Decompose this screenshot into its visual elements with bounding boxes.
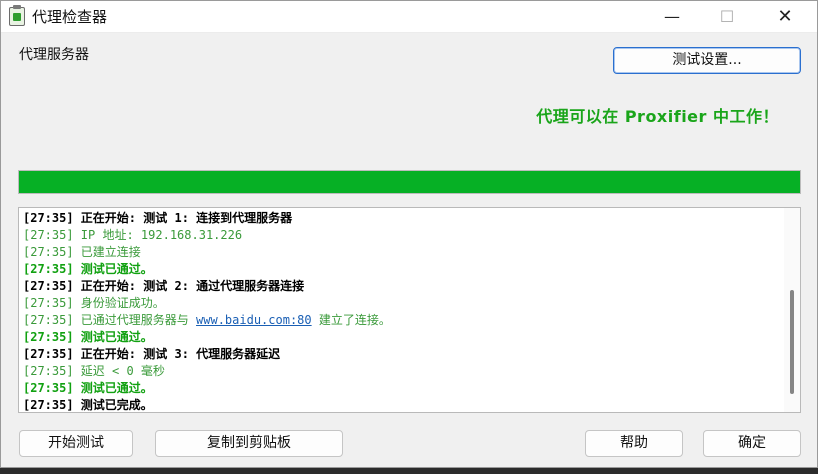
log-line: [27:35] IP 地址: 192.168.31.226 xyxy=(23,227,783,244)
status-message: 代理可以在 Proxifier 中工作！ xyxy=(536,107,779,126)
log-line-text: [27:35] 延迟 < 0 毫秒 xyxy=(23,364,165,378)
log-line-text: [27:35] 正在开始: 测试 1: 连接到代理服务器 xyxy=(23,211,293,225)
log-link[interactable]: www.baidu.com:80 xyxy=(196,313,312,327)
log-line: [27:35] 正在开始: 测试 2: 通过代理服务器连接 xyxy=(23,278,783,295)
log-line-text: [27:35] 已建立连接 xyxy=(23,245,141,259)
log-line: [27:35] 正在开始: 测试 3: 代理服务器延迟 xyxy=(23,346,783,363)
log-line-text-after: 建立了连接。 xyxy=(311,313,391,327)
start-test-button[interactable]: 开始测试 xyxy=(19,430,133,457)
log-output[interactable]: [27:35] 正在开始: 测试 1: 连接到代理服务器 [27:35] IP 地… xyxy=(18,207,801,413)
log-line-text: [27:35] 身份验证成功。 xyxy=(23,296,165,310)
title-bar: 代理检查器 — ☐ ✕ xyxy=(1,1,817,33)
log-line-text: [27:35] 正在开始: 测试 3: 代理服务器延迟 xyxy=(23,347,281,361)
proxy-checker-window: 代理检查器 — ☐ ✕ 代理服务器 测试设置... 代理可以在 Proxifie… xyxy=(0,0,818,468)
progress-bar-fill xyxy=(19,171,800,193)
log-line-text: [27:35] 测试已通过。 xyxy=(23,381,153,395)
ok-button[interactable]: 确定 xyxy=(703,430,801,457)
log-line: [27:35] 已通过代理服务器与 www.baidu.com:80 建立了连接… xyxy=(23,312,783,329)
log-line: [27:35] 测试已通过。 xyxy=(23,329,783,346)
help-button[interactable]: 帮助 xyxy=(585,430,683,457)
proxy-server-label: 代理服务器 xyxy=(19,47,89,63)
log-scrollbar-thumb[interactable] xyxy=(790,290,794,394)
log-line: [27:35] 测试已完成。 xyxy=(23,397,783,412)
log-line-text: [27:35] 测试已通过。 xyxy=(23,262,153,276)
test-settings-button[interactable]: 测试设置... xyxy=(613,47,801,74)
clipboard-check-icon xyxy=(9,5,25,26)
log-line-text: [27:35] IP 地址: 192.168.31.226 xyxy=(23,228,243,242)
log-line: [27:35] 测试已通过。 xyxy=(23,380,783,397)
window-title: 代理检查器 xyxy=(32,8,108,26)
log-line: [27:35] 正在开始: 测试 1: 连接到代理服务器 xyxy=(23,210,783,227)
log-line-text: [27:35] 正在开始: 测试 2: 通过代理服务器连接 xyxy=(23,279,305,293)
log-lines: [27:35] 正在开始: 测试 1: 连接到代理服务器 [27:35] IP 地… xyxy=(23,210,783,412)
log-line-text: [27:35] 测试已通过。 xyxy=(23,330,153,344)
log-line-text: [27:35] 测试已完成。 xyxy=(23,398,153,412)
maximize-button[interactable]: ☐ xyxy=(704,1,750,33)
log-line: [27:35] 测试已通过。 xyxy=(23,261,783,278)
log-line-text: [27:35] 已通过代理服务器与 xyxy=(23,313,197,327)
copy-to-clipboard-button[interactable]: 复制到剪贴板 xyxy=(155,430,343,457)
minimize-button[interactable]: — xyxy=(649,1,695,33)
log-line: [27:35] 延迟 < 0 毫秒 xyxy=(23,363,783,380)
log-scrollbar[interactable] xyxy=(784,208,800,412)
progress-bar xyxy=(18,170,801,194)
close-button[interactable]: ✕ xyxy=(762,1,808,33)
log-line: [27:35] 已建立连接 xyxy=(23,244,783,261)
log-line: [27:35] 身份验证成功。 xyxy=(23,295,783,312)
